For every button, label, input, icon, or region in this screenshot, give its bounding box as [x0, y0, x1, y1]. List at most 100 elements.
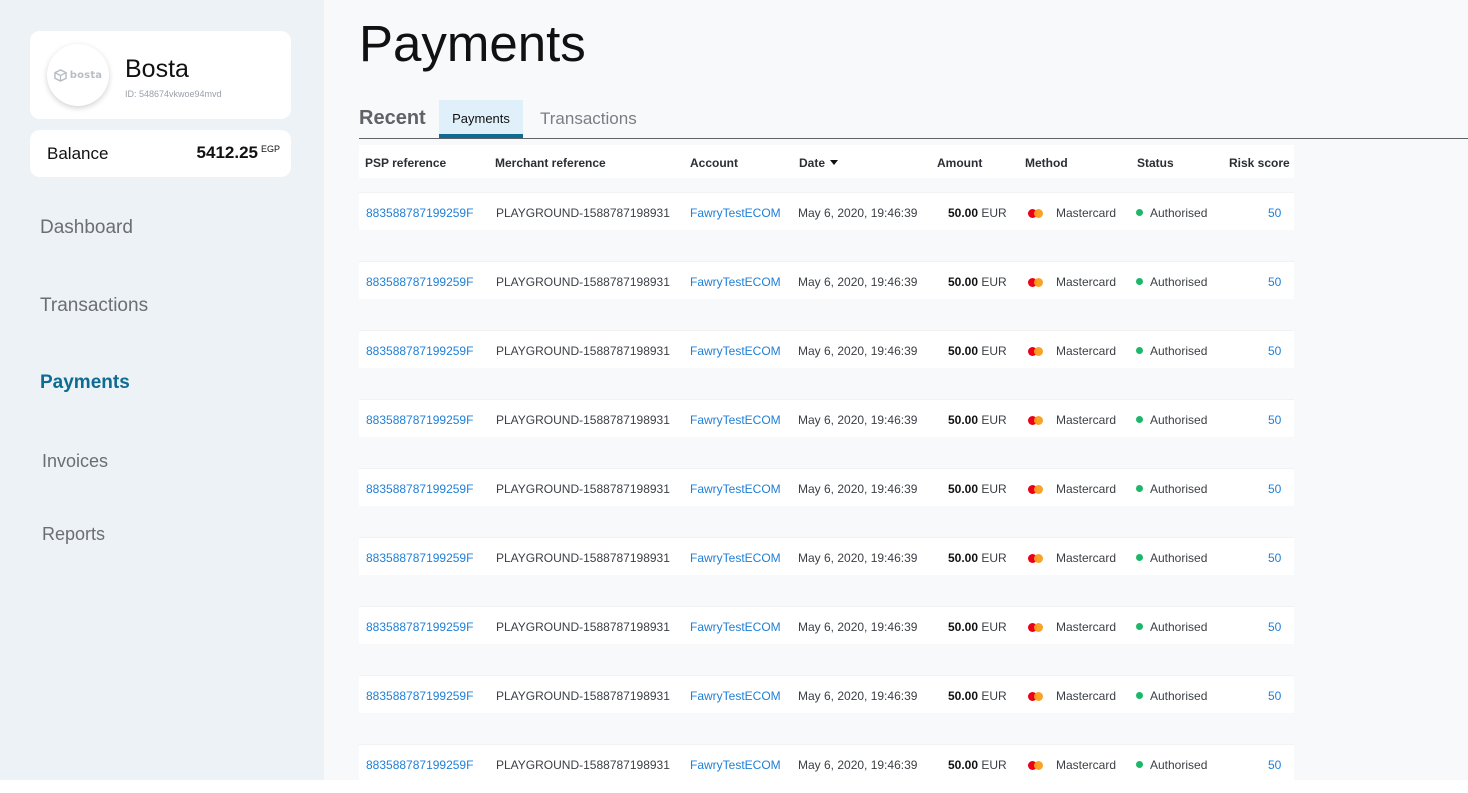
- balance-value: 5412.25: [196, 143, 258, 162]
- risk-score-link[interactable]: 50: [1268, 413, 1281, 427]
- account-link[interactable]: FawryTestECOM: [690, 689, 781, 703]
- method-cell: Mastercard: [1056, 551, 1117, 565]
- status-cell: Authorised: [1150, 689, 1208, 703]
- mastercard-icon: [1028, 485, 1044, 494]
- sidebar-item-dashboard[interactable]: Dashboard: [40, 217, 133, 239]
- account-link[interactable]: FawryTestECOM: [690, 413, 781, 427]
- amount-value: 50.00: [948, 206, 979, 220]
- psp-reference-link[interactable]: 883588787199259F: [366, 275, 473, 289]
- risk-score-link[interactable]: 50: [1268, 758, 1281, 772]
- date-cell: May 6, 2020, 19:46:39: [798, 344, 918, 358]
- column-header-account[interactable]: Account: [690, 156, 738, 170]
- table-row[interactable]: 883588787199259F PLAYGROUND-1588787198931…: [359, 744, 1294, 782]
- bosta-logo-icon: bosta: [53, 68, 103, 82]
- merchant-reference: PLAYGROUND-1588787198931: [496, 689, 670, 703]
- amount-cell: 50.00 EUR: [948, 413, 1007, 427]
- account-link[interactable]: FawryTestECOM: [690, 482, 781, 496]
- column-header-risk-score[interactable]: Risk score: [1229, 156, 1290, 170]
- amount-cell: 50.00 EUR: [948, 344, 1007, 358]
- psp-reference-link[interactable]: 883588787199259F: [366, 689, 473, 703]
- column-header-merchant-reference[interactable]: Merchant reference: [495, 156, 606, 170]
- account-link[interactable]: FawryTestECOM: [690, 551, 781, 565]
- status-cell: Authorised: [1150, 620, 1208, 634]
- mastercard-icon: [1028, 692, 1044, 701]
- amount-cell: 50.00 EUR: [948, 758, 1007, 772]
- date-cell: May 6, 2020, 19:46:39: [798, 551, 918, 565]
- method-cell: Mastercard: [1056, 758, 1117, 772]
- method-cell: Mastercard: [1056, 413, 1117, 427]
- merchant-reference: PLAYGROUND-1588787198931: [496, 413, 670, 427]
- amount-currency: EUR: [981, 689, 1007, 703]
- amount-value: 50.00: [948, 344, 979, 358]
- sidebar-item-transactions[interactable]: Transactions: [40, 295, 148, 317]
- amount-currency: EUR: [981, 413, 1007, 427]
- amount-value: 50.00: [948, 758, 979, 772]
- account-link[interactable]: FawryTestECOM: [690, 275, 781, 289]
- risk-score-link[interactable]: 50: [1268, 206, 1281, 220]
- column-header-date-label: Date: [799, 156, 826, 170]
- column-header-amount[interactable]: Amount: [937, 156, 982, 170]
- app-window: bosta Bosta ID: 548674vkwoe94mvd Balance…: [0, 0, 1468, 793]
- date-cell: May 6, 2020, 19:46:39: [798, 620, 918, 634]
- column-header-status[interactable]: Status: [1137, 156, 1174, 170]
- column-header-psp-reference[interactable]: PSP reference: [365, 156, 446, 170]
- amount-cell: 50.00 EUR: [948, 275, 1007, 289]
- amount-value: 50.00: [948, 275, 979, 289]
- column-header-method[interactable]: Method: [1025, 156, 1068, 170]
- bosta-box-icon: [53, 68, 67, 82]
- account-card[interactable]: bosta Bosta ID: 548674vkwoe94mvd: [30, 31, 291, 119]
- tab-payments[interactable]: Payments: [439, 100, 523, 138]
- table-row[interactable]: 883588787199259F PLAYGROUND-1588787198931…: [359, 468, 1294, 506]
- status-dot-icon: [1136, 623, 1143, 630]
- date-cell: May 6, 2020, 19:46:39: [798, 206, 918, 220]
- status-dot-icon: [1136, 416, 1143, 423]
- sort-down-icon[interactable]: [830, 160, 839, 165]
- psp-reference-link[interactable]: 883588787199259F: [366, 620, 473, 634]
- account-link[interactable]: FawryTestECOM: [690, 758, 781, 772]
- risk-score-link[interactable]: 50: [1268, 551, 1281, 565]
- balance-amount: 5412.25 EGP: [197, 143, 280, 163]
- status-cell: Authorised: [1150, 344, 1208, 358]
- column-header-date[interactable]: Date: [799, 156, 839, 170]
- amount-currency: EUR: [981, 482, 1007, 496]
- risk-score-link[interactable]: 50: [1268, 275, 1281, 289]
- method-cell: Mastercard: [1056, 206, 1117, 220]
- psp-reference-link[interactable]: 883588787199259F: [366, 758, 473, 772]
- tabs-heading: Recent: [359, 107, 426, 129]
- sidebar-item-payments[interactable]: Payments: [40, 372, 130, 394]
- merchant-reference: PLAYGROUND-1588787198931: [496, 206, 670, 220]
- psp-reference-link[interactable]: 883588787199259F: [366, 482, 473, 496]
- table-row[interactable]: 883588787199259F PLAYGROUND-1588787198931…: [359, 399, 1294, 437]
- psp-reference-link[interactable]: 883588787199259F: [366, 551, 473, 565]
- account-link[interactable]: FawryTestECOM: [690, 206, 781, 220]
- amount-currency: EUR: [981, 620, 1007, 634]
- tab-transactions[interactable]: Transactions: [540, 100, 637, 138]
- status-dot-icon: [1136, 347, 1143, 354]
- risk-score-link[interactable]: 50: [1268, 620, 1281, 634]
- table-row[interactable]: 883588787199259F PLAYGROUND-1588787198931…: [359, 537, 1294, 575]
- sidebar-item-invoices[interactable]: Invoices: [42, 451, 108, 472]
- status-dot-icon: [1136, 761, 1143, 768]
- tabs-bar: Recent Payments Transactions: [359, 100, 1468, 139]
- psp-reference-link[interactable]: 883588787199259F: [366, 206, 473, 220]
- table-row[interactable]: 883588787199259F PLAYGROUND-1588787198931…: [359, 330, 1294, 368]
- date-cell: May 6, 2020, 19:46:39: [798, 758, 918, 772]
- risk-score-link[interactable]: 50: [1268, 689, 1281, 703]
- table-row[interactable]: 883588787199259F PLAYGROUND-1588787198931…: [359, 192, 1294, 230]
- bottom-strip: [0, 780, 1468, 793]
- table-row[interactable]: 883588787199259F PLAYGROUND-1588787198931…: [359, 675, 1294, 713]
- risk-score-link[interactable]: 50: [1268, 344, 1281, 358]
- risk-score-link[interactable]: 50: [1268, 482, 1281, 496]
- account-link[interactable]: FawryTestECOM: [690, 344, 781, 358]
- merchant-reference: PLAYGROUND-1588787198931: [496, 344, 670, 358]
- amount-currency: EUR: [981, 758, 1007, 772]
- table-row[interactable]: 883588787199259F PLAYGROUND-1588787198931…: [359, 606, 1294, 644]
- status-dot-icon: [1136, 209, 1143, 216]
- account-link[interactable]: FawryTestECOM: [690, 620, 781, 634]
- sidebar-item-reports[interactable]: Reports: [42, 524, 105, 545]
- psp-reference-link[interactable]: 883588787199259F: [366, 413, 473, 427]
- mastercard-icon: [1028, 554, 1044, 563]
- psp-reference-link[interactable]: 883588787199259F: [366, 344, 473, 358]
- method-cell: Mastercard: [1056, 620, 1117, 634]
- table-row[interactable]: 883588787199259F PLAYGROUND-1588787198931…: [359, 261, 1294, 299]
